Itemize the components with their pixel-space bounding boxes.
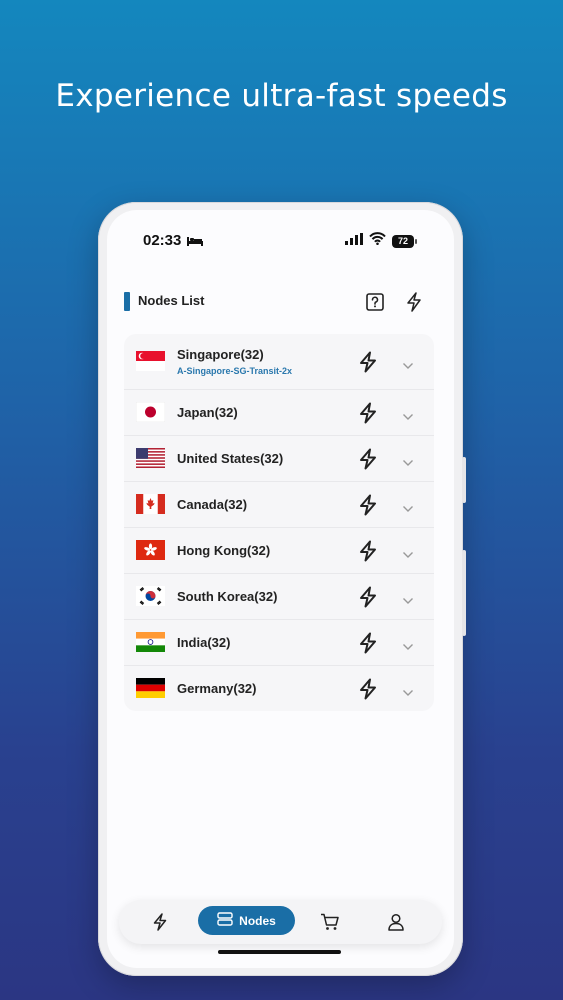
chevron-down-icon[interactable] [402, 357, 414, 375]
node-name: India(32) [177, 635, 231, 650]
node-name: Singapore(32) [177, 347, 264, 362]
lightning-icon[interactable] [358, 402, 378, 429]
node-row-united-states[interactable]: United States(32) [124, 436, 434, 482]
signal-icon [345, 232, 363, 250]
volume-button [462, 457, 466, 503]
phone-frame: 02:33 72 Nodes List Singapore(32) A-Sing… [98, 202, 466, 976]
node-row-germany[interactable]: Germany(32) [124, 666, 434, 711]
canada-flag-icon [136, 494, 165, 514]
app-screen: 02:33 72 Nodes List Singapore(32) A-Sing… [107, 210, 454, 968]
lightning-icon[interactable] [358, 351, 378, 378]
node-row-singapore[interactable]: Singapore(32) A-Singapore-SG-Transit-2x [124, 334, 434, 390]
lightning-icon[interactable] [358, 586, 378, 613]
chevron-down-icon[interactable] [402, 546, 414, 564]
chevron-down-icon[interactable] [402, 638, 414, 656]
hong-kong-flag-icon [136, 540, 165, 560]
wifi-icon [369, 232, 386, 250]
power-button [462, 550, 466, 636]
chevron-down-icon[interactable] [402, 684, 414, 702]
help-square-icon[interactable] [364, 291, 386, 313]
node-row-south-korea[interactable]: South Korea(32) [124, 574, 434, 620]
nav-nodes-tab[interactable]: Nodes [198, 906, 295, 935]
bottom-nav: Nodes [119, 900, 442, 944]
nav-nodes-label: Nodes [239, 913, 276, 928]
nodes-header: Nodes List [107, 290, 454, 314]
usa-flag-icon [136, 448, 165, 468]
bed-icon [187, 234, 203, 252]
japan-flag-icon [136, 402, 165, 422]
node-name: United States(32) [177, 451, 284, 466]
server-icon [217, 912, 233, 929]
india-flag-icon [136, 632, 165, 652]
south-korea-flag-icon [136, 586, 165, 606]
chevron-down-icon[interactable] [402, 454, 414, 472]
title-accent-bar [124, 292, 130, 311]
node-row-india[interactable]: India(32) [124, 620, 434, 666]
node-name: Japan(32) [177, 405, 238, 420]
status-bar: 02:33 72 [107, 230, 454, 252]
nav-lightning-icon[interactable] [149, 911, 171, 933]
lightning-icon[interactable] [358, 448, 378, 475]
lightning-icon[interactable] [358, 632, 378, 659]
chevron-down-icon[interactable] [402, 592, 414, 610]
chevron-down-icon[interactable] [402, 408, 414, 426]
node-row-canada[interactable]: Canada(32) [124, 482, 434, 528]
node-name: Canada(32) [177, 497, 248, 512]
lightning-icon[interactable] [358, 540, 378, 567]
page-title: Nodes List [138, 293, 205, 308]
user-icon[interactable] [385, 911, 407, 933]
headline: Experience ultra-fast speeds [55, 78, 508, 114]
node-list: Singapore(32) A-Singapore-SG-Transit-2x … [124, 334, 434, 711]
cart-icon[interactable] [319, 911, 341, 933]
node-name: South Korea(32) [177, 589, 278, 604]
home-indicator [218, 950, 341, 954]
battery-indicator: 72 [392, 234, 417, 248]
chevron-down-icon[interactable] [402, 500, 414, 518]
lightning-icon[interactable] [358, 678, 378, 705]
node-row-japan[interactable]: Japan(32) [124, 390, 434, 436]
status-time: 02:33 [143, 232, 182, 249]
node-row-hong-kong[interactable]: Hong Kong(32) [124, 528, 434, 574]
lightning-icon[interactable] [358, 494, 378, 521]
node-name: Hong Kong(32) [177, 543, 271, 558]
germany-flag-icon [136, 678, 165, 698]
lightning-icon[interactable] [403, 291, 425, 313]
selected-node-subtitle: A-Singapore-SG-Transit-2x [177, 366, 293, 376]
node-name: Germany(32) [177, 681, 257, 696]
singapore-flag-icon [136, 351, 165, 371]
